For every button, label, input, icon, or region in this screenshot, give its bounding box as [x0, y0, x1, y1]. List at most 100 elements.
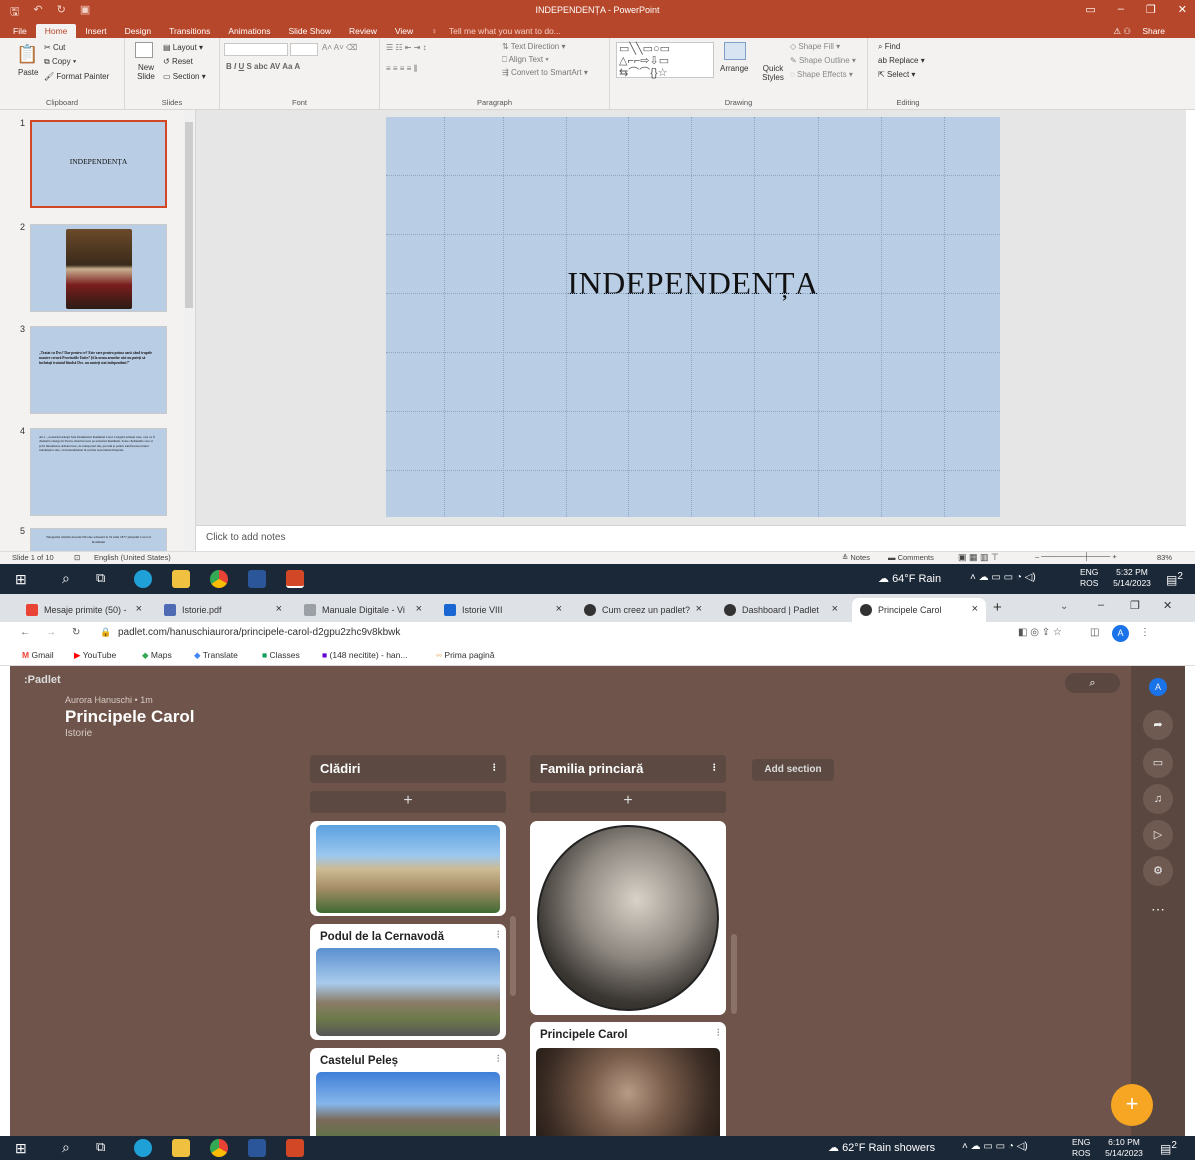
post-card[interactable]: Castelul Peleș ⁝	[310, 1048, 506, 1138]
font-size-select[interactable]	[290, 43, 318, 56]
bookmark-prima-pagina[interactable]: ◦◦ Prima pagină	[436, 650, 495, 660]
comments-toggle[interactable]: ▬ Comments	[888, 553, 934, 562]
paste-icon[interactable]: 📋	[16, 44, 38, 65]
file-explorer-icon[interactable]	[172, 570, 190, 588]
column-scrollbar[interactable]	[731, 934, 737, 1014]
weather-widget[interactable]: ☁ 64°F Rain	[878, 572, 941, 585]
align-icons[interactable]: ≡ ≡ ≡ ≡ ⫼	[386, 64, 417, 74]
restore-icon[interactable]: ❐	[1146, 3, 1156, 16]
more-icon[interactable]: ⋯	[1143, 894, 1173, 924]
padlet-logo[interactable]: :Padlet	[24, 674, 61, 686]
extension-icons[interactable]: ◧ ◎ ⇪ ☆	[1018, 627, 1062, 638]
quick-styles-button[interactable]: Quick Styles	[760, 64, 786, 82]
url-field[interactable]: padlet.com/hanuschiaurora/principele-car…	[118, 627, 400, 638]
avatar[interactable]: A	[1149, 678, 1167, 696]
font-name-select[interactable]	[224, 43, 288, 56]
add-section-button[interactable]: Add section	[752, 759, 834, 781]
shape-outline-button[interactable]: ✎ Shape Outline ▾	[790, 56, 856, 65]
notification-icon[interactable]: ▤2	[1166, 571, 1183, 587]
browser-tab-istorie[interactable]: Istorie VIII ×	[436, 598, 570, 622]
arrange-icon[interactable]	[724, 42, 746, 60]
search-icon[interactable]: ⌕	[62, 570, 70, 587]
list-icons[interactable]: ☰ ☷ ⇤ ⇥ ↕	[386, 43, 427, 52]
close-tab-icon[interactable]: ×	[136, 603, 142, 615]
windows-start-icon[interactable]: ⊞	[15, 1140, 27, 1157]
reset-button[interactable]: ↺ Reset	[163, 57, 193, 66]
paste-button[interactable]: Paste	[18, 68, 38, 77]
layout-button[interactable]: ▤ Layout ▾	[163, 43, 203, 52]
bookmark-translate[interactable]: ◆ Translate	[194, 650, 238, 661]
ribbon-display-icon[interactable]: ▭	[1085, 3, 1095, 16]
tab-design[interactable]: Design	[116, 24, 160, 38]
shape-fill-button[interactable]: ◇ Shape Fill ▾	[790, 42, 840, 51]
tray-icons[interactable]: ˄ ☁ ▭ ▭ ◔ ◁)	[970, 572, 1036, 583]
grow-font-icon[interactable]: A˄ A˅ ⌫	[322, 43, 357, 52]
clock[interactable]: 6:10 PM 5/14/2023	[1100, 1137, 1148, 1159]
spellcheck-icon[interactable]: ⊡	[74, 553, 80, 562]
slide-thumbnail-4[interactable]: Art.1. „Guvernul Alteței Sale Domnitorul…	[30, 428, 167, 516]
zoom-slider[interactable]: – ────────┼──── +	[1035, 552, 1117, 561]
new-slide-button[interactable]: New Slide	[131, 63, 161, 81]
arrange-button[interactable]: Arrange	[720, 64, 748, 73]
close-tab-icon[interactable]: ×	[556, 603, 562, 615]
input-language[interactable]: ENG ROS	[1072, 1137, 1090, 1159]
word-icon[interactable]	[248, 1139, 266, 1157]
slide-title[interactable]: INDEPENDENȚA	[386, 265, 1000, 302]
section-menu-icon[interactable]: ⁝	[493, 761, 497, 774]
add-post-button[interactable]: +	[310, 791, 506, 813]
post-menu-icon[interactable]: ⁝	[717, 1026, 721, 1039]
section-menu-icon[interactable]: ⁝	[713, 761, 717, 774]
windows-start-icon[interactable]: ⊞	[15, 571, 27, 588]
bookmark-yahoo[interactable]: ■ (148 necitite) - han...	[322, 650, 407, 660]
notifications-icon[interactable]: ♫	[1143, 784, 1173, 814]
tell-me-box[interactable]: ♀ Tell me what you want to do...	[422, 24, 579, 38]
new-tab-icon[interactable]: +	[993, 599, 1002, 616]
browser-tab-manuale[interactable]: Manuale Digitale - Vi ×	[296, 598, 430, 622]
shape-effects-button[interactable]: ◌ Shape Effects ▾	[790, 70, 853, 79]
reload-icon[interactable]: ↻	[72, 627, 80, 638]
section-header-familia[interactable]: Familia princiară ⁝	[530, 755, 726, 783]
side-panel-icon[interactable]: ◫	[1090, 627, 1099, 638]
browser-tab-padlet-help[interactable]: Cum creez un padlet? ×	[576, 598, 710, 622]
powerpoint-icon[interactable]	[286, 1139, 304, 1157]
tab-file[interactable]: File	[4, 24, 36, 38]
close-tab-icon[interactable]: ×	[972, 603, 978, 615]
post-card[interactable]	[530, 821, 726, 1015]
view-buttons[interactable]: ▣ ▦ ▥ ⊤	[958, 552, 999, 563]
format-painter-button[interactable]: 🖌 Format Painter	[44, 72, 109, 81]
language-status[interactable]: English (United States)	[94, 553, 171, 562]
task-view-icon[interactable]: ⧉	[96, 1139, 105, 1155]
select-button[interactable]: ⇱ Select ▾	[878, 70, 915, 79]
zoom-level[interactable]: 83%	[1157, 553, 1172, 562]
browser-tab-pdf[interactable]: Istorie.pdf ×	[156, 598, 290, 622]
close-icon[interactable]: ✕	[1178, 3, 1187, 16]
profile-avatar[interactable]: A	[1112, 625, 1129, 642]
tab-view[interactable]: View	[386, 24, 422, 38]
back-icon[interactable]: ←	[20, 627, 30, 638]
task-view-icon[interactable]: ⧉	[96, 570, 105, 586]
minimize-icon[interactable]: –	[1098, 599, 1104, 611]
copy-button[interactable]: ⧉ Copy ▾	[44, 57, 76, 67]
lock-icon[interactable]: 🔒	[100, 627, 111, 638]
tab-search-icon[interactable]: ⌄	[1060, 601, 1068, 612]
slide-thumbnail-1[interactable]: INDEPENDENȚA	[30, 120, 167, 208]
tab-slide-show[interactable]: Slide Show	[279, 24, 340, 38]
close-tab-icon[interactable]: ×	[416, 603, 422, 615]
bookmark-gmail[interactable]: M Gmail	[22, 650, 54, 660]
word-icon[interactable]	[248, 570, 266, 588]
add-post-fab[interactable]: +	[1111, 1084, 1153, 1126]
add-post-button[interactable]: +	[530, 791, 726, 813]
remake-icon[interactable]: ▭	[1143, 748, 1173, 778]
restore-icon[interactable]: ❐	[1130, 599, 1140, 612]
cut-button[interactable]: ✂ Cut	[44, 43, 65, 52]
chrome-icon[interactable]	[210, 1139, 228, 1157]
post-menu-icon[interactable]: ⁝	[497, 928, 501, 941]
tab-review[interactable]: Review	[340, 24, 386, 38]
file-explorer-icon[interactable]	[172, 1139, 190, 1157]
thumbnail-scrollbar[interactable]	[184, 110, 194, 551]
close-tab-icon[interactable]: ×	[832, 603, 838, 615]
tab-home[interactable]: Home	[35, 24, 77, 38]
bookmark-maps[interactable]: ◆ Maps	[142, 650, 172, 661]
notes-pane[interactable]: Click to add notes	[196, 525, 1186, 551]
edge-icon[interactable]	[134, 1139, 152, 1157]
